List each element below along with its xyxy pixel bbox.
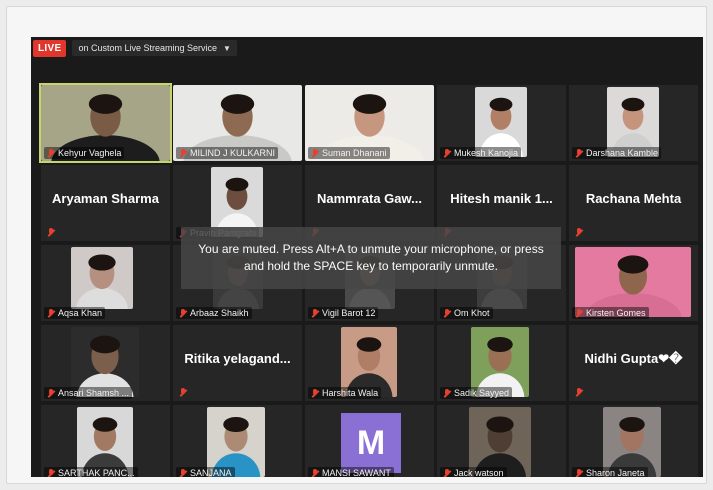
mic-muted-icon (47, 308, 55, 318)
participant-name: Darshana Kamble (586, 148, 659, 158)
participant-name-label: Darshana Kamble (572, 147, 662, 159)
mic-muted-icon (179, 388, 187, 397)
streaming-service-label: on Custom Live Streaming Service (78, 43, 217, 53)
participant-name-label: MANSI SAWANT (308, 467, 394, 477)
participant-tile[interactable]: Rachana Mehta (569, 165, 698, 241)
mic-muted-icon (443, 308, 451, 318)
participant-tile[interactable]: M MANSI SAWANT (305, 405, 434, 477)
participant-tile[interactable]: Jack watson (437, 405, 566, 477)
streaming-service-dropdown[interactable]: on Custom Live Streaming Service ▼ (72, 40, 237, 56)
participant-tile[interactable]: Sharon Janeta (569, 405, 698, 477)
participant-tile[interactable]: SARTHAK PANC... (41, 405, 170, 477)
participant-tile[interactable]: Aryaman Sharma (41, 165, 170, 241)
participant-display-name: Ritika yelagand... (184, 351, 291, 366)
participant-name-label: Sharon Janeta (572, 467, 648, 477)
mic-muted-icon (179, 308, 187, 318)
participant-name-label: Ansari Shamsh ... (44, 387, 133, 399)
mic-muted-icon (311, 308, 319, 318)
participant-display-name: Aryaman Sharma (52, 191, 159, 206)
mic-muted-icon (575, 148, 583, 158)
participant-name: SANJANA (190, 468, 232, 477)
participant-name: SARTHAK PANC... (58, 468, 135, 477)
participant-tile[interactable]: SANJANA (173, 405, 302, 477)
participant-name-label: Mukesh Kanojia (440, 147, 522, 159)
photo-frame: LIVE on Custom Live Streaming Service ▼ … (6, 6, 707, 484)
participant-name: Jack watson (454, 468, 504, 477)
mic-muted-icon (575, 388, 583, 397)
participant-display-name: Nidhi Gupta❤� (584, 351, 683, 366)
participant-tile[interactable]: Darshana Kamble (569, 85, 698, 161)
mic-muted-icon (575, 228, 583, 237)
participant-name-label: Arbaaz Shaikh (176, 307, 252, 319)
participant-name-label: Aqsa Khan (44, 307, 106, 319)
mic-muted-icon (47, 148, 55, 158)
participant-name-label: Suman Dhanani (308, 147, 390, 159)
mic-muted-icon (47, 228, 55, 237)
muted-notification: You are muted. Press Alt+A to unmute you… (181, 227, 561, 289)
participant-name-label: SANJANA (176, 467, 235, 477)
participant-name: Ansari Shamsh ... (58, 388, 130, 398)
mic-muted-icon (311, 388, 319, 398)
participant-tile[interactable]: Nidhi Gupta❤� (569, 325, 698, 401)
participant-tile[interactable]: Ritika yelagand... (173, 325, 302, 401)
participant-name-label: Kirsten Gomes (572, 307, 649, 319)
participant-name-label: Om Khot (440, 307, 493, 319)
participant-name-label: Sadik Sayyed (440, 387, 513, 399)
participant-tile[interactable]: Harshita Wala (305, 325, 434, 401)
mic-muted-icon (443, 468, 451, 478)
participant-tile[interactable]: Ansari Shamsh ... (41, 325, 170, 401)
chevron-down-icon: ▼ (223, 43, 231, 53)
participant-tile[interactable]: Mukesh Kanojia (437, 85, 566, 161)
participant-name-label: Jack watson (440, 467, 507, 477)
participant-tile[interactable]: Suman Dhanani (305, 85, 434, 161)
participant-name-label: MILIND J KULKARNI (176, 147, 279, 159)
mic-muted-icon (47, 388, 55, 398)
participant-name: Vigil Barot 12 (322, 308, 376, 318)
participant-name-label: Kehyur Vaghela (44, 147, 125, 159)
participant-tile[interactable]: Aqsa Khan (41, 245, 170, 321)
participant-name-label: Harshita Wala (308, 387, 382, 399)
muted-notification-text: You are muted. Press Alt+A to unmute you… (198, 242, 544, 273)
participant-name: Sharon Janeta (586, 468, 645, 477)
person-silhouette (76, 254, 128, 309)
participant-video (71, 247, 133, 309)
avatar: M (341, 413, 401, 473)
participant-name: Suman Dhanani (322, 148, 387, 158)
participant-display-name: Hitesh manik 1... (450, 191, 553, 206)
participant-name: Arbaaz Shaikh (190, 308, 249, 318)
participant-tile[interactable]: Sadik Sayyed (437, 325, 566, 401)
participant-tile[interactable]: MILIND J KULKARNI (173, 85, 302, 161)
participant-display-name: Nammrata Gaw... (316, 191, 422, 206)
mic-muted-icon (443, 148, 451, 158)
mic-muted-icon (311, 468, 319, 478)
participant-name: Kirsten Gomes (586, 308, 646, 318)
participant-name: Aqsa Khan (58, 308, 103, 318)
participant-name-label: SARTHAK PANC... (44, 467, 138, 477)
participant-display-name: Rachana Mehta (585, 191, 682, 206)
participant-name-label: Vigil Barot 12 (308, 307, 379, 319)
mic-muted-icon (575, 468, 583, 478)
zoom-meeting-window: LIVE on Custom Live Streaming Service ▼ … (31, 37, 703, 477)
live-badge[interactable]: LIVE (33, 39, 67, 57)
participant-name: Harshita Wala (322, 388, 379, 398)
mic-muted-icon (179, 468, 187, 478)
mic-muted-icon (179, 148, 187, 158)
participant-name: Sadik Sayyed (454, 388, 510, 398)
mic-muted-icon (443, 388, 451, 398)
mic-muted-icon (311, 148, 319, 158)
participant-name: Om Khot (454, 308, 490, 318)
participant-tile[interactable]: Kehyur Vaghela (39, 83, 172, 163)
meeting-topbar: LIVE on Custom Live Streaming Service ▼ (31, 37, 237, 59)
participant-name: MANSI SAWANT (322, 468, 391, 477)
participant-tile[interactable]: Kirsten Gomes (569, 245, 698, 321)
participant-name: Kehyur Vaghela (58, 148, 122, 158)
participant-name: Mukesh Kanojia (454, 148, 519, 158)
mic-muted-icon (575, 308, 583, 318)
mic-muted-icon (47, 468, 55, 478)
participant-name: MILIND J KULKARNI (190, 148, 276, 158)
